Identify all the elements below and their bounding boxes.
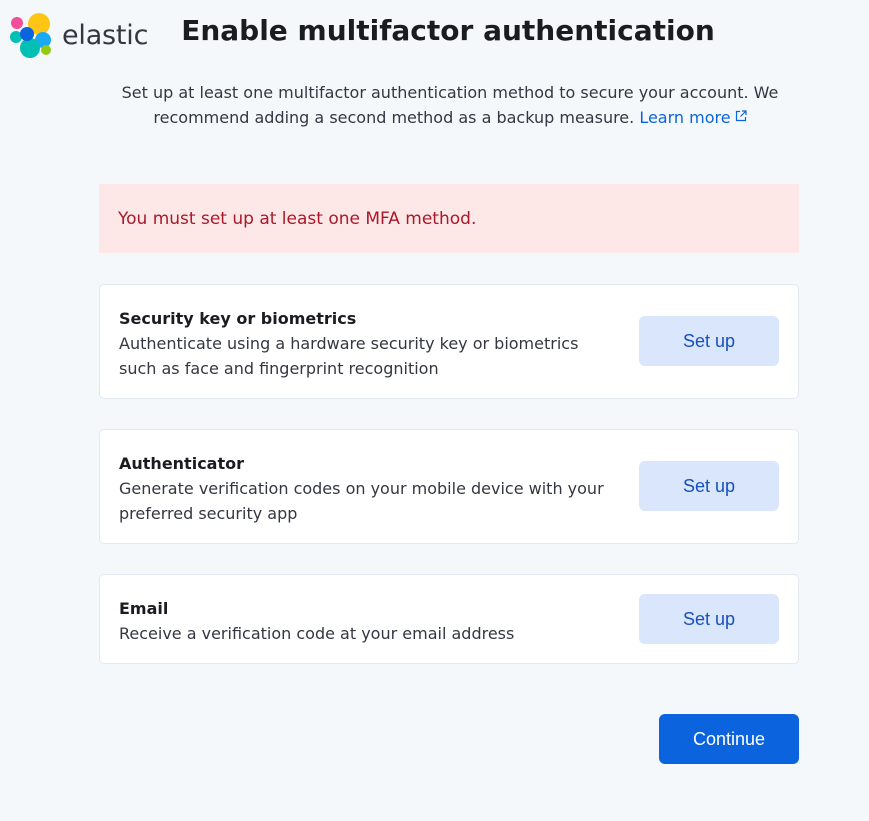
continue-button[interactable]: Continue [659,714,799,764]
learn-more-label: Learn more [639,108,731,127]
method-title: Email [119,599,169,618]
method-card-email: Email Receive a verification code at you… [99,574,799,664]
method-card-authenticator: Authenticator Generate verification code… [99,429,799,544]
setup-security-key-button[interactable]: Set up [639,316,779,366]
method-title: Authenticator [119,454,244,473]
method-card-text: Authenticator Generate verification code… [119,451,609,526]
error-message: You must set up at least one MFA method. [118,208,477,229]
setup-email-button[interactable]: Set up [639,594,779,644]
method-card-security-key: Security key or biometrics Authenticate … [99,284,799,399]
setup-authenticator-button[interactable]: Set up [639,461,779,511]
method-card-text: Security key or biometrics Authenticate … [119,306,609,381]
error-callout: You must set up at least one MFA method. [99,184,799,253]
method-title: Security key or biometrics [119,309,357,328]
method-description: Receive a verification code at your emai… [119,624,515,643]
method-description: Authenticate using a hardware security k… [119,334,579,378]
page-subtitle: Set up at least one multifactor authenti… [100,80,800,131]
page-title: Enable multifactor authentication [181,14,715,47]
method-description: Generate verification codes on your mobi… [119,479,604,523]
learn-more-link[interactable]: Learn more [639,108,747,127]
method-card-text: Email Receive a verification code at you… [119,596,609,646]
external-link-icon [735,104,747,129]
